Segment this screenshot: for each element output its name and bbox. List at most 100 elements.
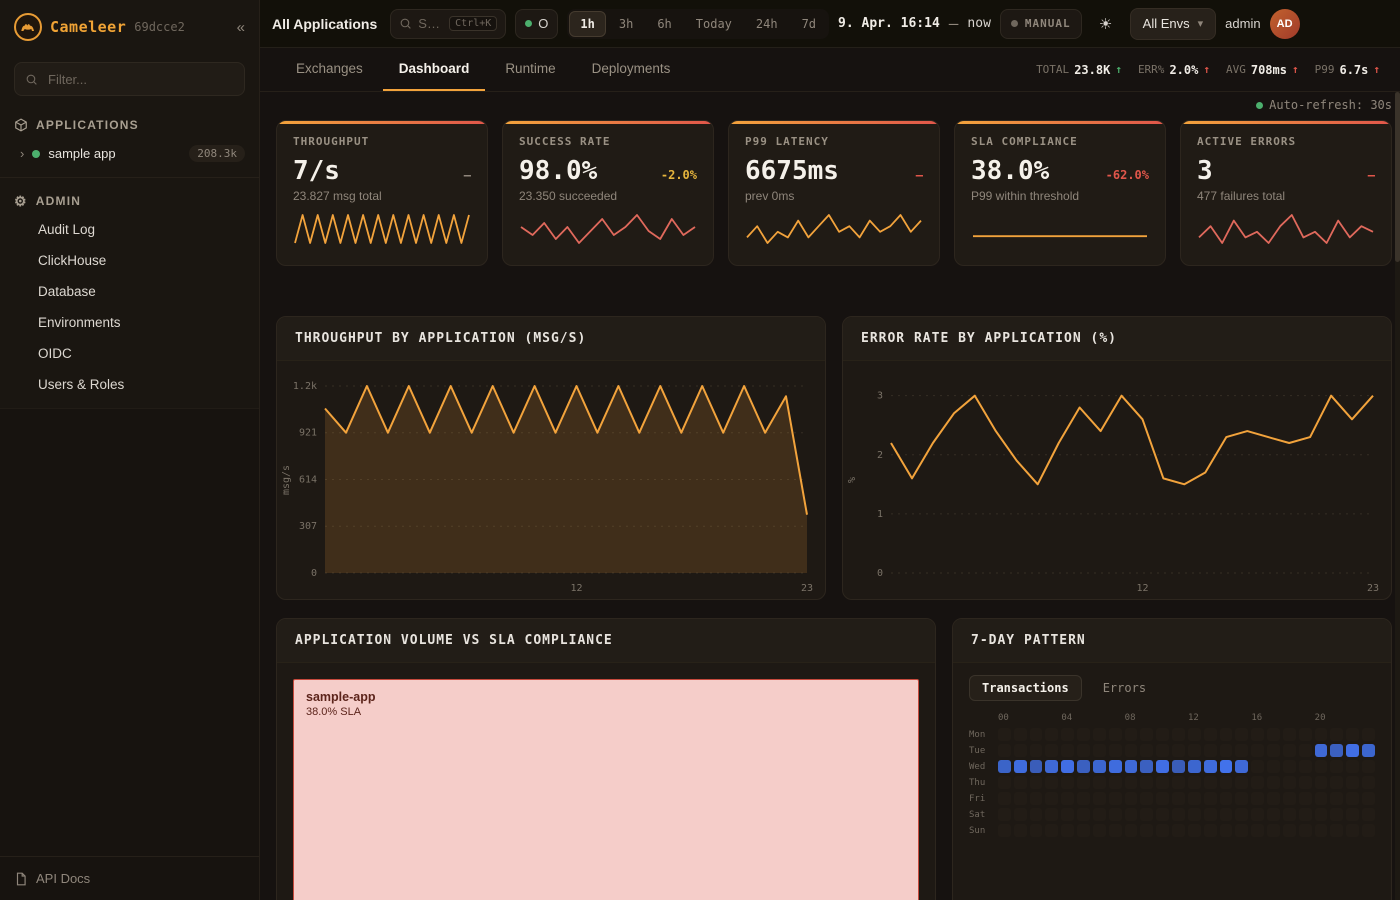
app-logo: Cameleer [50,18,126,36]
heatmap-cell [1235,760,1248,773]
svg-text:1.2k: 1.2k [293,381,317,392]
heatmap-cell [1077,792,1090,805]
heatmap-cell [1045,792,1058,805]
heatmap-cell [1220,744,1233,757]
heatmap-cell [1030,744,1043,757]
tab-transactions[interactable]: Transactions [969,675,1082,701]
heatmap-cell [1235,824,1248,837]
range-end-now[interactable]: now [967,16,990,31]
sidebar-item-users-roles[interactable]: Users & Roles [0,369,259,400]
kpi-cards-row: THROUGHPUT 7/s– 23.827 msg total SUCCESS… [260,118,1400,266]
heatmap-cell [1188,808,1201,821]
filter-input[interactable] [46,71,234,88]
svg-text:12: 12 [570,583,582,594]
heatmap-cell [1188,728,1201,741]
sidebar-collapse-button[interactable]: « [237,19,245,36]
heatmap-cell [1283,760,1296,773]
heatmap-cell [1109,792,1122,805]
heatmap-cell [1077,760,1090,773]
gear-icon: ⚙ [14,194,28,208]
manual-label: MANUAL [1025,17,1071,30]
range-button-6h[interactable]: 6h [646,11,682,37]
heatmap-cell [1267,760,1280,773]
sidebar-item-database[interactable]: Database [0,276,259,307]
kpi-card-success-rate: SUCCESS RATE 98.0%-2.0% 23.350 succeeded [502,120,714,266]
sla-treemap: sample-app38.0% SLA [293,679,919,900]
heatmap-cell [1235,792,1248,805]
heatmap-cell [1283,776,1296,789]
sla-compliance-bar [971,211,1149,247]
tab-deployments[interactable]: Deployments [576,48,687,91]
tab-errors[interactable]: Errors [1090,675,1159,701]
theme-toggle-button[interactable]: ☀ [1091,9,1121,39]
heatmap-cell [998,744,1011,757]
kpi-card-throughput: THROUGHPUT 7/s– 23.827 msg total [276,120,488,266]
online-indicator[interactable]: O [515,9,558,39]
heatmap-cell [1077,776,1090,789]
heatmap-cell [1220,792,1233,805]
heatmap-cell [1346,808,1359,821]
heatmap-cell [1235,808,1248,821]
heatmap-cell [1125,760,1138,773]
page-title: All Applications [272,16,377,32]
sidebar-item-audit-log[interactable]: Audit Log [0,214,259,245]
heatmap-cell [1283,808,1296,821]
heatmap-cell [1362,728,1375,741]
range-button-today[interactable]: Today [685,11,743,37]
range-button-3h[interactable]: 3h [608,11,644,37]
tab-exchanges[interactable]: Exchanges [280,48,379,91]
heatmap-cell [1188,824,1201,837]
manual-refresh-button[interactable]: MANUAL [1000,9,1082,39]
app-root: Cameleer 69dcce2 « APPLICATIONS › sample… [0,0,1400,900]
search-placeholder: S… [418,16,443,31]
heatmap-cell [1267,728,1280,741]
heatmap-cell [1077,824,1090,837]
heatmap-cell [1172,728,1185,741]
heatmap-cell [1283,744,1296,757]
heatmap-cell [1267,776,1280,789]
heatmap-cell [1014,792,1027,805]
time-range-group: 1h 3h 6h Today 24h 7d [567,9,829,39]
svg-text:%: % [847,477,858,483]
tab-dashboard[interactable]: Dashboard [383,48,486,91]
sidebar-item-environments[interactable]: Environments [0,307,259,338]
range-button-1h[interactable]: 1h [569,11,605,37]
sidebar-item-api-docs[interactable]: API Docs [0,856,259,900]
vertical-scrollbar[interactable] [1395,92,1400,900]
seven-day-heatmap: 000408121620MonTueWedThuFriSatSun [953,711,1391,853]
error-rate-chart: 01231223% [843,361,1391,599]
heatmap-cell [1220,760,1233,773]
range-button-7d[interactable]: 7d [791,11,827,37]
range-button-24h[interactable]: 24h [745,11,789,37]
heatmap-cell [1346,824,1359,837]
heatmap-cell [1045,760,1058,773]
error-rate-chart-panel: ERROR RATE BY APPLICATION (%) 01231223% [842,316,1392,600]
tab-runtime[interactable]: Runtime [489,48,571,91]
heatmap-cell [1283,728,1296,741]
kpi-card-active-errors: ACTIVE ERRORS 3– 477 failures total [1180,120,1392,266]
heatmap-cell [1315,824,1328,837]
scrollbar-thumb[interactable] [1395,92,1400,262]
heatmap-cell [1330,728,1343,741]
heatmap-cell [1362,760,1375,773]
message-count-badge: 208.3k [189,145,245,162]
treemap-node-sample-app[interactable]: sample-app38.0% SLA [293,679,919,900]
sidebar-item-sample-app[interactable]: › sample app 208.3k [0,138,259,169]
heatmap-cell [1188,792,1201,805]
chevron-right-icon: › [20,146,24,161]
svg-text:12: 12 [1136,583,1148,594]
sidebar-item-oidc[interactable]: OIDC [0,338,259,369]
heatmap-cell [1330,776,1343,789]
heatmap-cell [1267,744,1280,757]
heatmap-cell [1156,744,1169,757]
environments-dropdown[interactable]: All Envs ▾ [1130,8,1217,40]
treemap-title: APPLICATION VOLUME VS SLA COMPLIANCE [277,619,935,663]
global-search-input[interactable]: S… Ctrl+K [390,9,506,39]
heatmap-cell [1140,744,1153,757]
sidebar-item-clickhouse[interactable]: ClickHouse [0,245,259,276]
range-start-datetime[interactable]: 9. Apr. 16:14 [838,16,940,31]
bottom-row: APPLICATION VOLUME VS SLA COMPLIANCE sam… [260,618,1400,900]
user-avatar[interactable]: AD [1270,9,1300,39]
envs-label: All Envs [1143,16,1190,31]
heatmap-cell [1077,728,1090,741]
